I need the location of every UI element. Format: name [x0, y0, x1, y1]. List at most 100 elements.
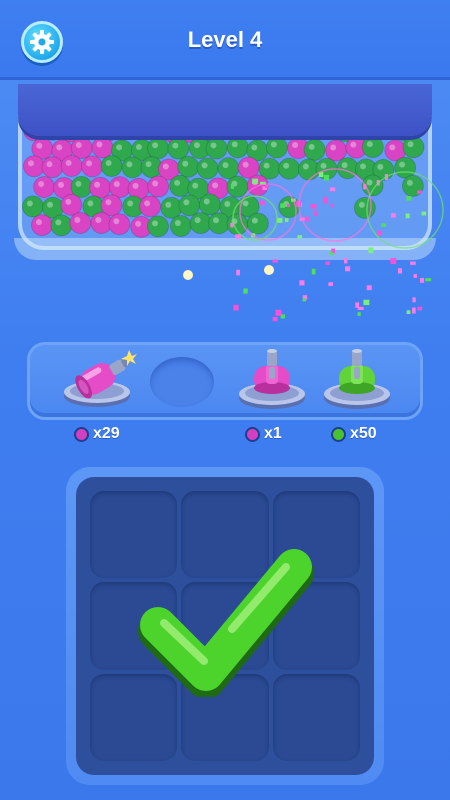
- ball-highlight: [65, 198, 72, 205]
- container-lid: [18, 84, 432, 136]
- green-ball: [100, 155, 123, 178]
- cannon-green[interactable]: [317, 348, 397, 410]
- confetti-piece: [406, 310, 411, 315]
- ball-highlight: [86, 160, 93, 167]
- green-ball: [178, 194, 201, 217]
- confetti-piece: [233, 304, 239, 311]
- confetti-piece: [413, 274, 417, 278]
- ammo-count: x29: [93, 425, 120, 442]
- ball-highlight: [193, 142, 200, 149]
- green-ball: [226, 175, 249, 198]
- confetti-piece: [325, 261, 330, 265]
- ball-highlight: [135, 220, 142, 227]
- ball-highlight: [152, 142, 159, 149]
- confetti-piece: [328, 282, 333, 286]
- ball-highlight: [172, 142, 179, 149]
- green-ball: [198, 193, 221, 216]
- confetti-piece: [410, 261, 416, 265]
- ball-highlight: [55, 219, 62, 226]
- confetti-piece: [366, 285, 372, 291]
- ball-highlight: [105, 199, 112, 206]
- ball-highlight: [210, 142, 217, 149]
- pink-ball: [41, 156, 64, 179]
- ball-highlight: [96, 141, 103, 148]
- level-title: Level 4: [187, 27, 263, 52]
- checkmark-icon: [138, 549, 314, 697]
- ball-highlight: [132, 182, 139, 189]
- green-ball: [22, 195, 44, 218]
- green-ball: [394, 156, 417, 179]
- ammo-counter-pink-1: x29: [74, 424, 120, 444]
- ball-highlight: [87, 200, 94, 207]
- ball-highlight: [231, 180, 238, 187]
- ball-highlight: [377, 163, 384, 170]
- ball-highlight: [46, 161, 53, 168]
- confetti-piece: [299, 280, 305, 286]
- ball-highlight: [75, 180, 82, 187]
- confetti-piece: [357, 312, 361, 316]
- confetti-piece: [243, 288, 248, 294]
- confetti-piece: [272, 316, 278, 322]
- ball-highlight: [94, 181, 101, 188]
- ball-highlight: [113, 181, 120, 188]
- green-ball: [315, 157, 338, 180]
- confetti-piece: [425, 278, 432, 282]
- ball-highlight: [212, 182, 219, 189]
- confetti-piece: [345, 266, 351, 272]
- confetti-piece: [355, 302, 360, 308]
- pink-ball: [91, 136, 114, 159]
- ball-highlight: [251, 144, 258, 151]
- pink-ball: [33, 176, 56, 199]
- confetti-piece: [397, 268, 402, 274]
- ball-highlight: [201, 162, 208, 169]
- ball-highlight: [152, 220, 159, 227]
- confetti-piece: [311, 268, 316, 275]
- ball-highlight: [35, 219, 42, 226]
- ball-highlight: [330, 144, 337, 151]
- ball-highlight: [145, 161, 152, 168]
- pink-ball: [147, 175, 170, 198]
- ball-highlight: [182, 160, 189, 167]
- pink-ball: [30, 214, 53, 237]
- ball-highlight: [27, 160, 34, 167]
- confetti-piece: [363, 299, 370, 306]
- pink-ball: [22, 155, 45, 178]
- ball-highlight: [135, 143, 142, 150]
- green-ball: [303, 138, 326, 161]
- cannon-pink-firing[interactable]: [57, 348, 137, 410]
- projectile: [183, 270, 193, 280]
- ball-highlight: [194, 217, 201, 224]
- confetti-piece: [275, 309, 282, 316]
- empty-cannon-slot[interactable]: [150, 357, 214, 407]
- ammo-counter-green: x50: [331, 424, 377, 444]
- ball-highlight: [292, 142, 299, 149]
- ball-highlight: [350, 141, 357, 148]
- ball-highlight: [47, 201, 54, 208]
- ball-highlight: [127, 200, 134, 207]
- ball-highlight: [174, 220, 181, 227]
- pink-ball: [325, 139, 348, 162]
- confetti-piece: [236, 269, 240, 276]
- green-ball-icon: [331, 426, 346, 442]
- ball-highlight: [224, 200, 231, 207]
- green-ball: [361, 136, 384, 159]
- ball-highlight: [65, 160, 72, 167]
- ammo-count: x1: [264, 425, 282, 442]
- ball-highlight: [203, 198, 210, 205]
- confetti-piece: [302, 295, 308, 300]
- ball-highlight: [358, 201, 365, 208]
- green-ball: [196, 157, 219, 180]
- ball-highlight: [212, 217, 219, 224]
- green-ball: [177, 155, 200, 178]
- green-ball: [361, 174, 384, 197]
- ball-highlight: [95, 217, 102, 224]
- cannon-grid-panel: [66, 467, 384, 785]
- ball-highlight: [38, 181, 45, 188]
- pink-ball: [69, 212, 92, 235]
- green-ball: [246, 212, 269, 235]
- cannon-pink[interactable]: [232, 348, 312, 410]
- pink-ball-icon: [245, 426, 260, 442]
- ball-highlight: [283, 201, 290, 208]
- ball-highlight: [162, 163, 169, 170]
- green-ball: [278, 196, 301, 219]
